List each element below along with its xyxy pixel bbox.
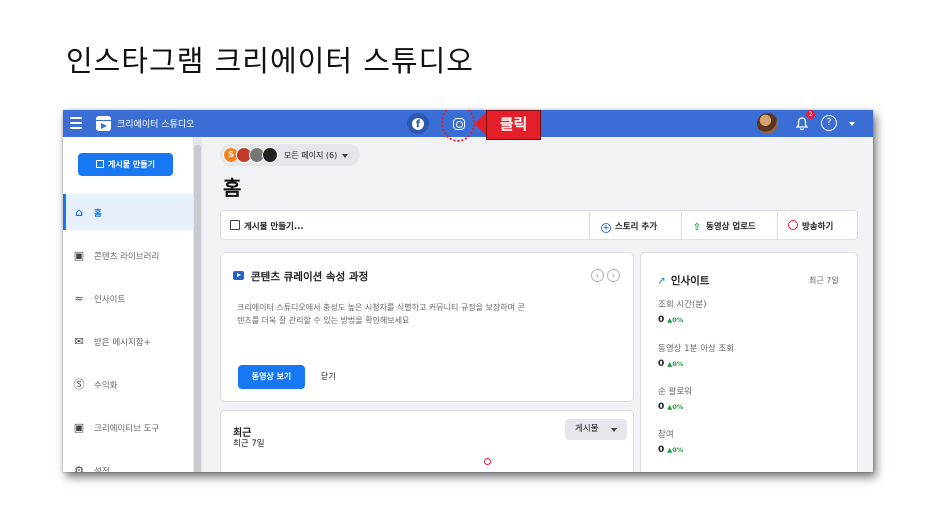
create-post-input[interactable]: 게시물 만들기...	[230, 220, 304, 232]
creator-studio-logo-icon	[96, 116, 111, 131]
content-type-dropdown[interactable]: 게시물	[565, 419, 627, 440]
metric-delta: ▲0%	[667, 360, 684, 368]
notification-badge: 2	[806, 110, 815, 119]
sidebar: 게시물 만들기 ⌂ 홈 ▣ 콘텐츠 라이브러리 ≈ 인사이트 ✉ 받은 메시지함…	[63, 137, 193, 472]
recent-card-subtitle: 최근 7일	[233, 439, 265, 449]
metric-label: 조회 시간(분)	[658, 300, 707, 310]
chevron-down-icon	[342, 154, 348, 158]
chevron-left-icon[interactable]: ‹	[591, 269, 604, 282]
go-live-label: 방송하기	[802, 222, 834, 232]
instagram-highlight-circle	[441, 110, 475, 142]
metric-value: 0 ▲0%	[658, 402, 683, 412]
click-callout: 클릭	[486, 110, 541, 140]
creator-studio-screenshot: 크리에이터 스튜디오 f 클릭 2 ? 게시물 만들기 ⌂ 홈 ▣ 콘텐츠 라이…	[63, 110, 873, 472]
page-title: 홈	[223, 176, 242, 200]
insights-card: ↗ 인사이트 최근 7일 조회 시간(분) 0 ▲0% 동영상 1분 이상 조회 0…	[640, 252, 858, 472]
sidebar-scrollbar[interactable]	[193, 137, 202, 472]
account-menu-caret-icon[interactable]	[849, 122, 855, 126]
sidebar-item-inbox[interactable]: ✉ 받은 메시지함+	[63, 323, 193, 359]
sidebar-item-label: 수익화	[94, 381, 118, 391]
sidebar-item-label: 설정	[94, 467, 110, 472]
sidebar-item-label: 받은 메시지함+	[94, 338, 151, 348]
chevron-right-icon[interactable]: ›	[607, 269, 620, 282]
sidebar-item-insights[interactable]: ≈ 인사이트	[63, 280, 193, 316]
metric-value: 0 ▲0%	[658, 359, 683, 369]
insights-title-label: 인사이트	[670, 275, 710, 287]
trend-icon: ↗	[657, 275, 666, 287]
metric-number: 0	[658, 445, 665, 455]
divider	[777, 211, 778, 239]
dollar-icon: Ⓢ	[73, 378, 85, 391]
recent-card: 최근 최근 7일 게시물	[220, 410, 634, 472]
profile-avatar[interactable]	[757, 113, 778, 134]
live-icon	[788, 220, 798, 230]
sidebar-item-label: 콘텐츠 라이브러리	[94, 252, 160, 262]
metric-label: 참여	[658, 430, 674, 440]
close-card-button[interactable]: 닫기	[321, 371, 336, 382]
curation-card-description: 크리에이터 스튜디오에서 충성도 높은 시청자를 식별하고 커뮤니티 규정을 보…	[237, 303, 525, 325]
upload-video-button[interactable]: ⇧ 동영상 업로드	[692, 220, 756, 234]
dropdown-value: 게시물	[575, 424, 599, 434]
metric-number: 0	[658, 359, 665, 369]
page-avatar	[262, 147, 278, 163]
sidebar-item-settings[interactable]: ⚙ 설정	[63, 452, 193, 472]
sidebar-item-creative-tools[interactable]: ▣ 크리에이티브 도구	[63, 409, 193, 445]
sidebar-item-monetization[interactable]: Ⓢ 수익화	[63, 366, 193, 402]
metric-number: 0	[658, 402, 665, 412]
insights-icon: ≈	[74, 292, 84, 305]
help-icon[interactable]: ?	[821, 115, 837, 131]
facebook-icon: f	[412, 118, 424, 130]
page-selector-label: 모든 페이지 (6)	[284, 151, 338, 160]
app-title: 크리에이터 스튜디오	[117, 120, 195, 130]
facebook-tab[interactable]: f	[407, 113, 429, 134]
create-post-button-label: 게시물 만들기	[108, 160, 155, 169]
pencil-icon	[96, 160, 105, 168]
curation-card-title: 콘텐츠 큐레이션 속성 과정	[251, 271, 369, 283]
divider	[589, 211, 590, 239]
slide-title: 인스타그램 크리에이터 스튜디오	[66, 44, 474, 78]
tools-icon: ▣	[73, 421, 85, 434]
pencil-icon	[230, 220, 240, 230]
metric-number: 0	[658, 315, 665, 325]
metric-delta: ▲0%	[667, 446, 684, 454]
action-bar: 게시물 만들기... + 스토리 추가 ⇧ 동영상 업로드 방송하기	[220, 210, 858, 240]
chevron-down-icon	[611, 428, 617, 432]
scrollbar-thumb[interactable]	[194, 145, 201, 472]
video-icon	[233, 271, 244, 280]
sidebar-item-label: 인사이트	[94, 295, 126, 305]
metric-delta: ▲0%	[667, 316, 684, 324]
menu-icon[interactable]	[70, 117, 82, 129]
inbox-icon: ✉	[74, 335, 84, 348]
sidebar-item-home[interactable]: ⌂ 홈	[63, 194, 193, 230]
sidebar-item-label: 크리에이티브 도구	[94, 424, 160, 434]
page-selector[interactable]: S 모든 페이지 (6)	[220, 144, 360, 166]
metric-delta: ▲0%	[667, 403, 684, 411]
watch-video-button[interactable]: 동영상 보기	[238, 365, 305, 389]
library-icon: ▣	[73, 249, 85, 262]
metric-value: 0 ▲0%	[658, 315, 683, 325]
home-icon: ⌂	[75, 206, 83, 219]
plus-circle-icon: +	[601, 223, 611, 233]
create-post-input-label: 게시물 만들기...	[244, 222, 304, 232]
metric-label: 동영상 1분 이상 조회	[658, 344, 735, 354]
loading-indicator	[484, 458, 491, 465]
sidebar-item-content-library[interactable]: ▣ 콘텐츠 라이브러리	[63, 237, 193, 273]
create-post-button[interactable]: 게시물 만들기	[78, 153, 173, 176]
pointer-arrow-icon	[474, 113, 486, 135]
insights-range: 최근 7일	[809, 276, 839, 285]
settings-icon: ⚙	[74, 464, 84, 472]
add-story-button[interactable]: + 스토리 추가	[601, 220, 657, 233]
go-live-button[interactable]: 방송하기	[788, 220, 833, 232]
insights-card-title: ↗ 인사이트	[657, 273, 709, 288]
top-bar: 크리에이터 스튜디오 f 클릭 2 ?	[63, 110, 873, 142]
divider	[681, 211, 682, 239]
upload-icon: ⇧	[692, 222, 702, 233]
sidebar-item-label: 홈	[94, 209, 102, 219]
metric-label: 순 팔로워	[658, 387, 692, 397]
add-story-label: 스토리 추가	[615, 222, 658, 232]
metric-value: 0 ▲0%	[658, 445, 683, 455]
upload-video-label: 동영상 업로드	[706, 222, 756, 232]
curation-course-card: 콘텐츠 큐레이션 속성 과정 ‹ › 크리에이터 스튜디오에서 충성도 높은 시…	[220, 252, 634, 402]
